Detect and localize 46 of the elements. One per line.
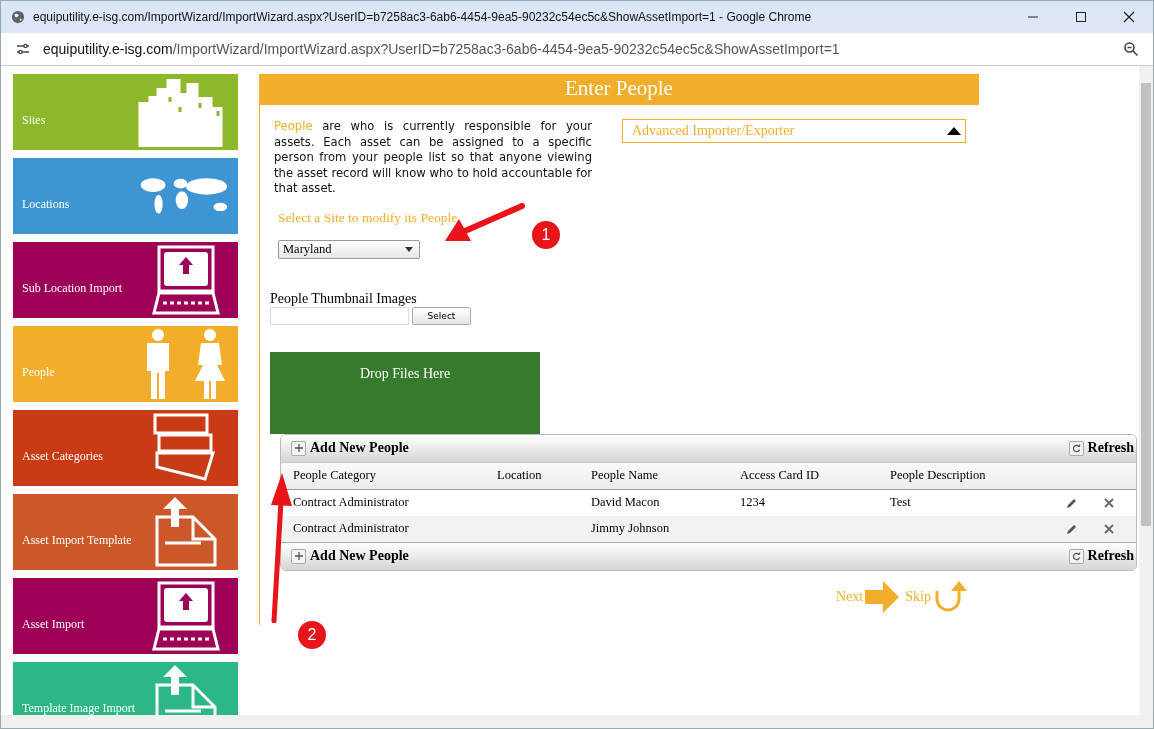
add-new-people-button[interactable]: Add New People [289, 548, 411, 564]
intro-paragraph: People are who is currently responsible for your assets. Each asset can be assigned to a specific person from your people list so that anyone viewing the asset record will know who to hold accountable for that asset. [274, 119, 592, 197]
table-cell: Contract Administrator [293, 520, 409, 536]
sidebar-tile[interactable]: Sub Location Import [13, 242, 238, 318]
caret-icon [405, 246, 413, 252]
table-cell: Jimmy Johnson [591, 520, 670, 536]
plus-icon [291, 548, 306, 564]
column-header[interactable]: People Description [890, 467, 986, 483]
scrollbar[interactable] [1139, 66, 1153, 716]
plus-icon [291, 440, 306, 456]
table-cell: David Macon [591, 494, 660, 510]
delete-icon[interactable] [1104, 523, 1114, 534]
refresh-button[interactable]: Refresh [1066, 440, 1136, 456]
window-title: equiputility.e-isg.com/ImportWizard/ImportWizard.aspx?UserID=b7258ac3-6ab6-4454-9ea5-90232c54ec5c&ShowAssetImport=1 - Google Chrome [33, 10, 813, 24]
delete-icon[interactable] [1104, 497, 1114, 508]
horizontal-scrollbar[interactable] [1, 715, 1153, 728]
sidebar-tile[interactable]: Asset Categories [13, 410, 238, 486]
sidebar-tile[interactable]: Asset Import [13, 578, 238, 654]
pencil-icon[interactable] [1066, 496, 1078, 509]
column-header[interactable]: People Category [293, 467, 376, 483]
triangle-icon [947, 127, 961, 135]
pencil-icon[interactable] [1066, 522, 1078, 535]
refresh-icon [1068, 440, 1084, 456]
url-text: equiputility.e-isg.com/ImportWizard/ImportWizard.aspx?UserID=b7258ac3-6ab6-4454-9ea5-90232c54ec5c&ShowAssetImport=1 [43, 41, 841, 57]
site-select-label: Select a Site to modify its People [278, 209, 459, 226]
site-dropdown[interactable]: Maryland [278, 239, 420, 259]
zoom-icon[interactable] [1123, 41, 1139, 57]
drop-zone[interactable]: Drop Files Here [270, 351, 540, 434]
globe-icon [11, 10, 25, 24]
number-badge: 2 [298, 621, 326, 649]
thumbnail-label: People Thumbnail Images [270, 290, 418, 307]
site-settings-icon[interactable] [15, 41, 31, 57]
table-cell: 1234 [740, 494, 765, 510]
refresh-button[interactable]: Refresh [1066, 548, 1136, 564]
page-title: Enter People [259, 74, 979, 105]
refresh-icon [1068, 548, 1084, 564]
add-new-people-button[interactable]: Add New People [289, 440, 411, 456]
file-path-field[interactable] [270, 306, 409, 325]
column-header[interactable]: Location [497, 467, 542, 483]
select-button[interactable]: Select [412, 306, 471, 325]
column-header[interactable]: People Name [591, 467, 658, 483]
table-cell: Contract Administrator [293, 494, 409, 510]
table-cell: Test [890, 494, 911, 510]
sidebar-tile[interactable]: Asset Import Template [13, 494, 238, 570]
column-header[interactable]: Access Card ID [740, 467, 820, 483]
number-badge: 1 [532, 221, 560, 249]
